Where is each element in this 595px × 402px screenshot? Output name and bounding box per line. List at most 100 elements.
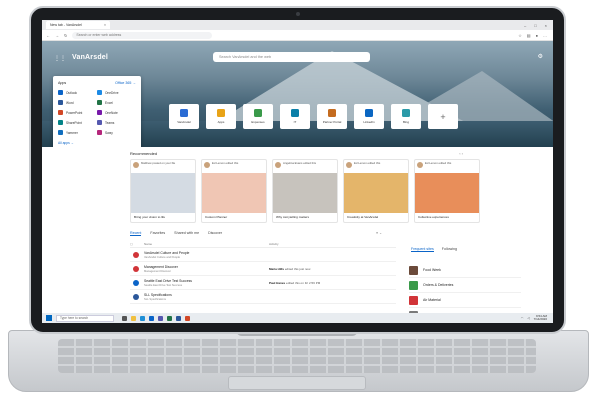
quick-link-tile[interactable]: IT (280, 104, 310, 129)
refresh-icon[interactable]: ↻ (64, 33, 67, 38)
search-input[interactable]: Search VanArsdel and the web (213, 52, 370, 62)
launcher-app-item[interactable]: Outlook (58, 90, 97, 95)
quick-link-tile[interactable]: Apps (206, 104, 236, 129)
task-view-icon[interactable] (122, 315, 127, 321)
recommended-card[interactable]: Ed Lemon edited this Custom Planner (201, 159, 267, 223)
sites-tab[interactable]: Following (442, 247, 457, 252)
quick-link-tile[interactable]: Partner Portal (317, 104, 347, 129)
card-header: Ed Lemon edited this (344, 160, 408, 173)
card-activity: Ed Lemon edited this (425, 161, 452, 165)
recommended-card[interactable]: Ed Lemon edited this Collective experienc… (414, 159, 480, 223)
quick-link-tile[interactable]: Expenses (243, 104, 273, 129)
activity-text: edited this on Fri 2:56 PM (286, 280, 321, 285)
card-header: Angelina Evans edited this (273, 160, 337, 173)
app-label: Word (66, 100, 74, 105)
column-activity[interactable]: Activity (269, 242, 279, 246)
app-icon (58, 90, 63, 95)
powerpoint-icon[interactable] (185, 315, 190, 321)
collections-icon[interactable]: ▤ (527, 33, 531, 38)
volume-icon[interactable]: ◁ (527, 316, 529, 320)
file-location: Management Discover (144, 269, 171, 273)
more-menu-icon[interactable]: … (543, 33, 547, 38)
carousel-arrows-icon[interactable]: ‹ › (459, 151, 463, 156)
file-name: Management Discover (144, 264, 178, 269)
browser-tab[interactable]: New tab - VanArsdel × (46, 21, 110, 29)
forward-icon[interactable]: → (55, 33, 59, 38)
card-thumbnail (273, 173, 337, 213)
quick-link-icon (217, 109, 225, 117)
file-explorer-icon[interactable] (131, 315, 136, 321)
address-input[interactable]: Search or enter web address (72, 31, 213, 39)
document-icon (133, 293, 139, 300)
windows-start-icon[interactable] (46, 315, 52, 321)
file-activity: Maria Hills edited this just now (269, 267, 310, 271)
quick-link-tile[interactable]: Bing (391, 104, 421, 129)
file-name-cell: Seattle East Drive Test Success Seattle E… (144, 279, 269, 287)
file-activity: Paul Hanes edited this on Fri 2:56 PM (269, 281, 320, 285)
maximize-icon[interactable]: □ (534, 23, 536, 28)
back-icon[interactable]: ← (46, 33, 50, 38)
all-apps-link[interactable]: All apps → (58, 141, 136, 145)
address-bar-row: ← → ↻ Search or enter web address ☆ ▤ ● … (42, 30, 553, 41)
app-label: Sway (105, 130, 113, 135)
add-shortcut-button[interactable]: + (428, 104, 458, 129)
clock[interactable]: 9:54 AM 7/14/2020 (534, 314, 547, 322)
office-link[interactable]: Office 365 → (115, 81, 136, 85)
file-tab[interactable]: Favorites (150, 231, 165, 236)
tab-title: New tab - VanArsdel (50, 23, 82, 27)
launcher-app-item[interactable]: OneDrive (97, 90, 136, 95)
site-item[interactable]: Orders & Deliveries (409, 278, 521, 293)
close-window-icon[interactable]: × (545, 23, 547, 28)
launcher-app-item[interactable]: Excel (97, 100, 136, 105)
activity-text: edited this just now (284, 266, 311, 271)
file-tab[interactable]: Discover (208, 231, 222, 236)
sort-icon[interactable]: ≡ ⌄ (376, 231, 382, 235)
file-row[interactable]: Management Discover Management Discover Ma… (130, 262, 396, 276)
avatar (204, 162, 210, 168)
launcher-app-item[interactable]: Yammer (58, 130, 97, 135)
launcher-app-item[interactable]: Teams (97, 120, 136, 125)
recommended-card[interactable]: Ed Lemon edited this Creativity at VanArs… (343, 159, 409, 223)
file-tab[interactable]: Recent (130, 231, 142, 236)
quick-link-tile[interactable]: VanArsdel (169, 104, 199, 129)
launcher-app-item[interactable]: Word (58, 100, 97, 105)
recommended-card[interactable]: Matthew posted on your file Bring your vi… (130, 159, 196, 223)
teams-icon[interactable] (158, 315, 163, 321)
file-row[interactable]: Seattle East Drive Test Success Seattle E… (130, 276, 396, 290)
close-tab-icon[interactable]: × (104, 23, 106, 27)
outlook-icon[interactable] (149, 315, 154, 321)
app-icon (58, 100, 63, 105)
file-row[interactable]: VanArsdel Culture and People VanArsdel Cu… (130, 248, 396, 262)
site-item[interactable]: Food Week (409, 263, 521, 278)
favorite-star-icon[interactable]: ☆ (518, 33, 522, 38)
file-row[interactable]: SLL Specifications SLL Specifications (130, 290, 396, 304)
file-tab[interactable]: Shared with me (174, 231, 199, 236)
launcher-app-item[interactable]: PowerPoint (58, 110, 97, 115)
brand-logo: VanArsdel (72, 54, 109, 61)
quick-link-tile[interactable]: LinkedIn (354, 104, 384, 129)
app-launcher-icon[interactable]: ⋮⋮ (54, 55, 66, 62)
recommended-card[interactable]: Angelina Evans edited this Why storytelli… (272, 159, 338, 223)
card-thumbnail (202, 173, 266, 213)
file-rows: VanArsdel Culture and People VanArsdel Cu… (130, 248, 396, 304)
minimize-icon[interactable]: – (524, 23, 526, 28)
app-label: OneNote (105, 110, 118, 115)
sites-tab[interactable]: Frequent sites (411, 247, 434, 252)
launcher-app-item[interactable]: SharePoint (58, 120, 97, 125)
launcher-app-item[interactable]: Sway (97, 130, 136, 135)
word-icon[interactable] (176, 315, 181, 321)
app-icon (58, 110, 63, 115)
search-placeholder: Search VanArsdel and the web (219, 55, 272, 59)
gear-icon[interactable]: ⚙ (538, 53, 543, 60)
excel-icon[interactable] (167, 315, 172, 321)
column-name[interactable]: Name (144, 242, 269, 246)
site-label: Orders & Deliveries (423, 283, 454, 287)
launcher-app-item[interactable]: OneNote (97, 110, 136, 115)
wifi-icon[interactable]: ◠ (521, 316, 524, 320)
app-icon (97, 130, 102, 135)
taskbar-search[interactable]: Type here to search (56, 314, 114, 322)
edge-icon[interactable] (140, 315, 145, 321)
profile-icon[interactable]: ● (536, 33, 538, 38)
card-caption: Why storytelling matters (276, 215, 310, 219)
site-item[interactable]: Air Material (409, 293, 521, 308)
